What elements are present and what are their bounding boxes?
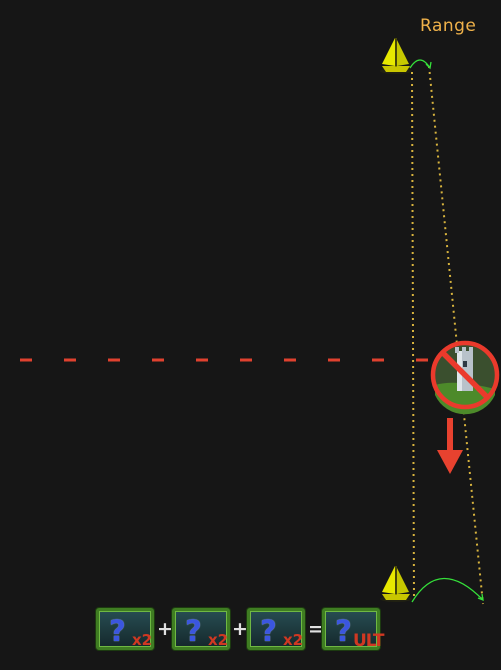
unknown-ingredient-icon: ?: [335, 614, 352, 648]
ultimate-label: ULT: [353, 631, 384, 651]
unknown-ingredient-icon: ?: [260, 614, 277, 648]
trajectory-right: [428, 65, 484, 605]
trajectory-lines: [411, 65, 484, 605]
sailboat-icon[interactable]: [380, 566, 412, 602]
recipe-slot[interactable]: ? x2: [96, 608, 154, 650]
no-tower-icon[interactable]: [430, 340, 500, 415]
sailboat-icon[interactable]: [380, 38, 412, 74]
unknown-ingredient-icon: ?: [185, 614, 202, 648]
multiplier-label: x2: [132, 631, 153, 649]
recipe-result-slot[interactable]: ? ULT: [322, 608, 384, 651]
arc-bottom: [411, 577, 484, 603]
multiplier-label: x2: [283, 631, 304, 649]
launch-arcs: [409, 59, 484, 603]
plus-operator: +: [232, 618, 248, 640]
range-label: Range: [420, 16, 477, 36]
multiplier-label: x2: [208, 631, 229, 649]
unknown-ingredient-icon: ?: [109, 614, 126, 648]
game-scene: [20, 38, 500, 605]
recipe-slot[interactable]: ? x2: [247, 608, 305, 650]
arc-top: [409, 59, 431, 69]
recipe-slot[interactable]: ? x2: [172, 608, 230, 650]
plus-operator: +: [157, 618, 173, 640]
down-arrow-icon: [437, 418, 463, 474]
trajectory-left: [411, 71, 415, 601]
